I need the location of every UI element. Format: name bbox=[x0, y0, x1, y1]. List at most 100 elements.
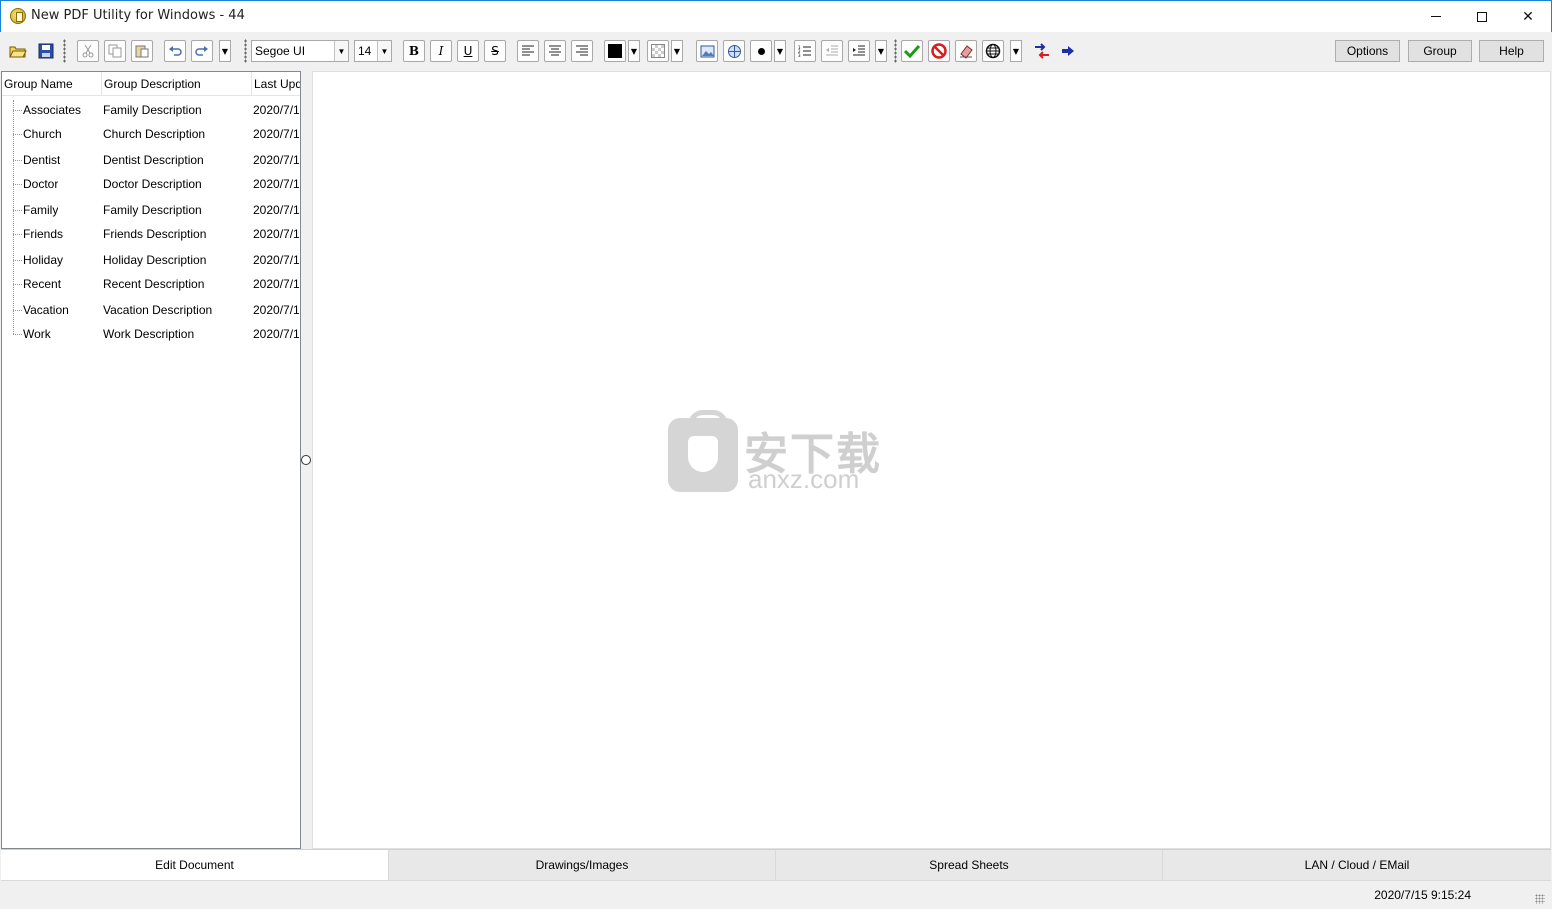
table-row[interactable]: Dentist Dentist Description 2020/7/1 bbox=[2, 148, 300, 172]
cut-button[interactable] bbox=[77, 40, 99, 62]
insert-link-icon bbox=[727, 44, 741, 58]
group-description: Work Description bbox=[103, 327, 195, 341]
globe-button[interactable] bbox=[982, 40, 1004, 62]
column-header-group-name[interactable]: Group Name bbox=[2, 72, 102, 96]
save-icon bbox=[38, 43, 54, 59]
group-button[interactable]: Group bbox=[1408, 40, 1472, 62]
maximize-button[interactable] bbox=[1459, 1, 1505, 32]
tab-drawings-images[interactable]: Drawings/Images bbox=[389, 850, 776, 880]
paste-button[interactable] bbox=[131, 40, 153, 62]
group-list[interactable]: Group Name Group Description Last Upd As… bbox=[1, 71, 301, 849]
toolbar-grip[interactable] bbox=[894, 39, 897, 63]
group-name: Doctor bbox=[23, 177, 59, 191]
indent-button[interactable] bbox=[848, 40, 870, 62]
table-row[interactable]: Associates Family Description 2020/7/1 bbox=[2, 98, 300, 122]
paragraph-dropdown[interactable]: ▼ bbox=[875, 40, 887, 62]
last-updated: 2020/7/1 bbox=[253, 277, 300, 291]
cancel-button[interactable] bbox=[928, 40, 950, 62]
table-row[interactable]: Recent Recent Description 2020/7/1 bbox=[2, 272, 300, 296]
copy-button[interactable] bbox=[104, 40, 126, 62]
redo-button[interactable] bbox=[191, 40, 213, 62]
status-bar: 2020/7/15 9:15:24 bbox=[1, 880, 1551, 908]
title-bar: New PDF Utility for Windows - 44 ✕ bbox=[0, 0, 1552, 32]
numbered-list-button[interactable]: 123 bbox=[794, 40, 816, 62]
table-row[interactable]: Friends Friends Description 2020/7/1 bbox=[2, 222, 300, 246]
align-center-button[interactable] bbox=[544, 40, 566, 62]
save-button[interactable] bbox=[35, 40, 57, 62]
toolbar-grip[interactable] bbox=[63, 39, 66, 63]
bullet-dropdown[interactable]: ▼ bbox=[774, 40, 786, 62]
font-color-dropdown[interactable]: ▼ bbox=[628, 40, 640, 62]
italic-button[interactable]: I bbox=[430, 40, 452, 62]
bottom-tabs: Edit Document Drawings/Images Spread She… bbox=[1, 849, 1551, 880]
accept-button[interactable] bbox=[901, 40, 923, 62]
font-name-select[interactable]: Segoe UI ▼ bbox=[251, 40, 349, 62]
tab-spread-sheets[interactable]: Spread Sheets bbox=[776, 850, 1163, 880]
globe-dropdown[interactable]: ▼ bbox=[1010, 40, 1022, 62]
strikethrough-button[interactable]: S bbox=[484, 40, 506, 62]
align-center-icon bbox=[549, 45, 561, 56]
last-updated: 2020/7/1 bbox=[253, 203, 300, 217]
group-name: Associates bbox=[23, 103, 82, 117]
group-description: Church Description bbox=[103, 127, 206, 141]
align-right-button[interactable] bbox=[571, 40, 593, 62]
background-color-dropdown[interactable]: ▼ bbox=[671, 40, 683, 62]
help-button[interactable]: Help bbox=[1479, 40, 1544, 62]
table-row[interactable]: Holiday Holiday Description 2020/7/1 bbox=[2, 248, 300, 272]
column-header-group-description[interactable]: Group Description bbox=[102, 72, 252, 96]
table-row[interactable]: Vacation Vacation Description 2020/7/1 bbox=[2, 298, 300, 322]
resize-grip-icon[interactable] bbox=[1535, 894, 1545, 904]
outdent-button[interactable] bbox=[821, 40, 843, 62]
group-description: Doctor Description bbox=[103, 177, 202, 191]
table-row[interactable]: Work Work Description 2020/7/1 bbox=[2, 322, 300, 346]
svg-text:3: 3 bbox=[798, 53, 801, 58]
align-left-button[interactable] bbox=[517, 40, 539, 62]
group-name: Friends bbox=[23, 227, 64, 241]
splitter-handle[interactable] bbox=[301, 455, 311, 465]
insert-image-button[interactable] bbox=[696, 40, 718, 62]
last-updated: 2020/7/1 bbox=[253, 177, 300, 191]
bold-button[interactable]: B bbox=[403, 40, 425, 62]
table-row[interactable]: Family Family Description 2020/7/1 bbox=[2, 198, 300, 222]
chevron-down-icon: ▼ bbox=[377, 41, 391, 61]
table-row[interactable]: Doctor Doctor Description 2020/7/1 bbox=[2, 172, 300, 196]
font-color-icon bbox=[608, 44, 622, 58]
eraser-button[interactable] bbox=[955, 40, 977, 62]
group-name: Dentist bbox=[23, 153, 61, 167]
chevron-down-icon: ▼ bbox=[221, 46, 229, 56]
tab-edit-document[interactable]: Edit Document bbox=[1, 850, 389, 880]
chevron-down-icon: ▼ bbox=[1012, 46, 1020, 56]
cancel-icon bbox=[931, 43, 947, 59]
tree-branch bbox=[13, 210, 22, 211]
group-name: Holiday bbox=[23, 253, 64, 267]
close-icon: ✕ bbox=[1522, 8, 1534, 25]
open-folder-button[interactable] bbox=[7, 40, 29, 62]
group-description: Vacation Description bbox=[103, 303, 213, 317]
open-folder-icon bbox=[9, 46, 27, 58]
document-editor[interactable] bbox=[312, 71, 1551, 849]
font-color-button[interactable] bbox=[604, 40, 626, 62]
background-color-button[interactable] bbox=[647, 40, 669, 62]
minimize-button[interactable] bbox=[1413, 1, 1459, 32]
edit-more-dropdown[interactable]: ▼ bbox=[219, 40, 231, 62]
tree-branch bbox=[13, 260, 22, 261]
table-row[interactable]: Church Church Description 2020/7/1 bbox=[2, 122, 300, 146]
undo-button[interactable] bbox=[164, 40, 186, 62]
chevron-down-icon: ▼ bbox=[673, 46, 681, 56]
tree-branch bbox=[13, 310, 22, 311]
close-button[interactable]: ✕ bbox=[1505, 1, 1551, 32]
cut-icon bbox=[82, 44, 94, 58]
forward-button[interactable] bbox=[1057, 40, 1079, 62]
column-header-last-updated[interactable]: Last Upd bbox=[252, 72, 300, 96]
options-button[interactable]: Options bbox=[1335, 40, 1400, 62]
bullet-button[interactable] bbox=[750, 40, 772, 62]
watermark-text-en: anxz.com bbox=[748, 464, 860, 494]
toolbar-grip[interactable] bbox=[244, 39, 247, 63]
tab-lan-cloud-email[interactable]: LAN / Cloud / EMail bbox=[1163, 850, 1551, 880]
font-size-select[interactable]: 14 ▼ bbox=[354, 40, 392, 62]
swap-button[interactable] bbox=[1031, 40, 1053, 62]
insert-link-button[interactable] bbox=[723, 40, 745, 62]
group-description: Recent Description bbox=[103, 277, 205, 291]
last-updated: 2020/7/1 bbox=[253, 227, 300, 241]
underline-button[interactable]: U bbox=[457, 40, 479, 62]
